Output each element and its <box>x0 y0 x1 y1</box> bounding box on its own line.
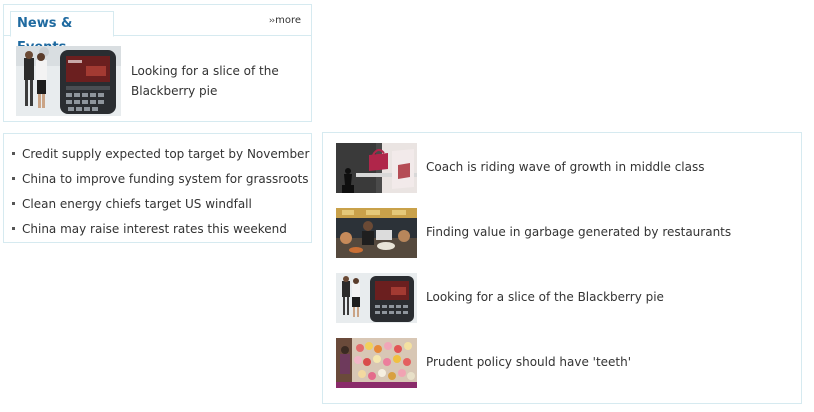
double-chevron-right-icon: ›› <box>268 16 275 26</box>
bullet-icon <box>12 227 15 230</box>
news-events-tab[interactable]: News & Events <box>10 11 114 55</box>
blackberry-phone-photo[interactable] <box>336 273 417 323</box>
more-label: more <box>275 15 301 26</box>
bullet-icon <box>12 152 15 155</box>
headline-link[interactable]: Clean energy chiefs target US windfall <box>22 197 252 211</box>
market-produce-photo[interactable] <box>336 338 417 388</box>
headline-item: China to improve funding system for gras… <box>12 169 309 194</box>
headlines-panel: Credit supply expected top target by Nov… <box>3 133 312 243</box>
headline-link[interactable]: China to improve funding system for gras… <box>22 172 309 186</box>
story-title[interactable]: Prudent policy should have 'teeth' <box>426 355 631 369</box>
story-title[interactable]: Finding value in garbage generated by re… <box>426 225 731 239</box>
story-title[interactable]: Looking for a slice of the Blackberry pi… <box>426 290 664 304</box>
headline-link[interactable]: Credit supply expected top target by Nov… <box>22 147 309 161</box>
story-item[interactable]: Prudent policy should have 'teeth' <box>336 338 796 388</box>
feature-story-title[interactable]: Looking for a slice of the Blackberry pi… <box>131 61 301 101</box>
bullet-icon <box>12 177 15 180</box>
news-events-panel: News & Events ››more Looking for a slice… <box>3 4 312 122</box>
story-item[interactable]: Finding value in garbage generated by re… <box>336 208 796 258</box>
story-item[interactable]: Looking for a slice of the Blackberry pi… <box>336 273 796 323</box>
headline-item: Credit supply expected top target by Nov… <box>12 144 309 169</box>
restaurant-kitchen-photo[interactable] <box>336 208 417 258</box>
more-link[interactable]: ››more <box>269 15 301 26</box>
headline-list: Credit supply expected top target by Nov… <box>12 144 309 244</box>
blackberry-phone-photo[interactable] <box>16 46 121 116</box>
stories-panel: Coach is riding wave of growth in middle… <box>322 132 802 404</box>
headline-item: China may raise interest rates this week… <box>12 219 309 244</box>
news-panel-header: News & Events ››more <box>4 5 311 55</box>
headline-item: Clean energy chiefs target US windfall <box>12 194 309 219</box>
story-title[interactable]: Coach is riding wave of growth in middle… <box>426 160 705 174</box>
handbag-store-photo[interactable] <box>336 143 417 193</box>
bullet-icon <box>12 202 15 205</box>
headline-link[interactable]: China may raise interest rates this week… <box>22 222 287 236</box>
story-item[interactable]: Coach is riding wave of growth in middle… <box>336 143 796 193</box>
